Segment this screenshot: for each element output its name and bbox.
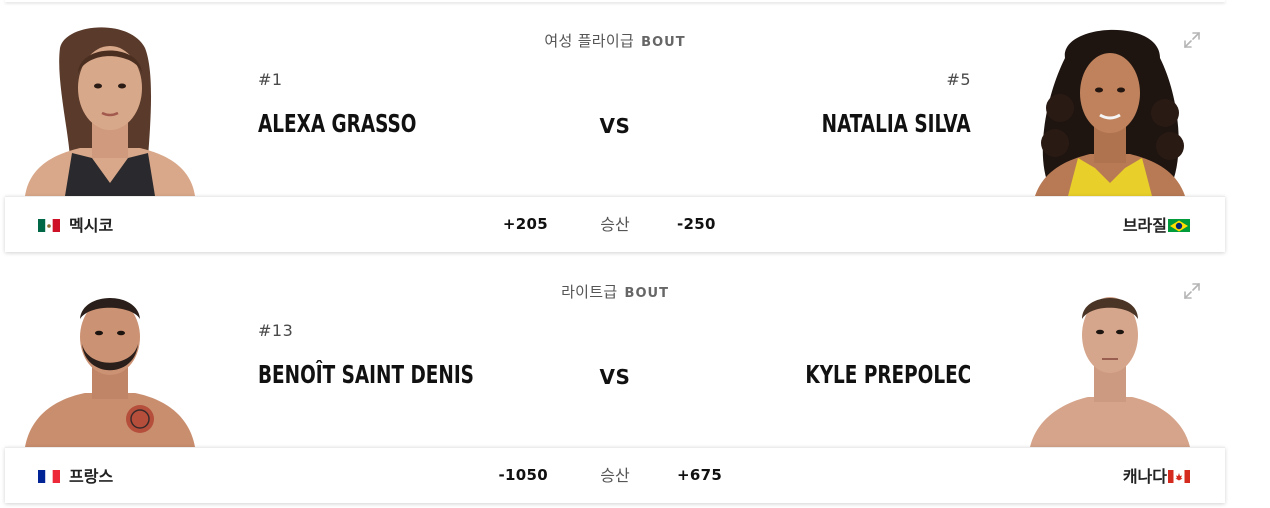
blue-fighter-odds: +675 <box>677 466 723 484</box>
odds-label: 승산 <box>600 466 630 485</box>
vs-label: VS <box>599 365 631 389</box>
bout-card[interactable]: 라이트급 BOUT #13 BENOÎT SAINT DENIS KYLE PR… <box>5 251 1225 503</box>
blue-fighter-photo[interactable] <box>1020 269 1200 447</box>
red-fighter-country: 멕시코 <box>69 216 114 235</box>
red-fighter-rank: #1 <box>258 70 283 89</box>
bout-info-bar: 멕시코 +205 승산 -250 브라질 <box>5 196 1225 252</box>
brazil-flag-icon <box>1168 218 1190 232</box>
blue-fighter-photo[interactable] <box>1020 18 1200 196</box>
blue-fighter-odds: -250 <box>677 215 716 233</box>
red-fighter-name[interactable]: BENOÎT SAINT DENIS <box>258 360 474 389</box>
france-flag-icon <box>38 469 60 483</box>
blue-fighter-name[interactable]: KYLE PREPOLEC <box>805 360 971 389</box>
weight-class-text: 라이트급 <box>561 283 618 301</box>
vs-label: VS <box>599 114 631 138</box>
blue-fighter-country: 브라질 <box>1122 216 1167 235</box>
canada-flag-icon <box>1168 469 1190 483</box>
bout-card[interactable]: 여성 플라이급 BOUT #1 #5 ALEXA GRASSO NATALIA … <box>5 0 1225 252</box>
weight-class-text: 여성 플라이급 <box>544 32 635 50</box>
blue-fighter-name[interactable]: NATALIA SILVA <box>822 109 971 138</box>
red-fighter-photo[interactable] <box>20 269 200 447</box>
blue-fighter-country: 캐나다 <box>1122 467 1167 486</box>
odds-label: 승산 <box>600 215 630 234</box>
red-fighter-country: 프랑스 <box>69 467 114 486</box>
bout-word: BOUT <box>624 286 669 301</box>
red-fighter-odds: +205 <box>502 215 548 233</box>
bout-word: BOUT <box>641 35 686 50</box>
red-fighter-name[interactable]: ALEXA GRASSO <box>258 109 416 138</box>
red-fighter-odds: -1050 <box>498 466 548 484</box>
red-fighter-photo[interactable] <box>20 18 200 196</box>
bout-info-bar: 프랑스 -1050 승산 +675 캐나다 <box>5 447 1225 503</box>
blue-fighter-rank: #5 <box>946 70 971 89</box>
mexico-flag-icon <box>38 218 60 232</box>
red-fighter-rank: #13 <box>258 321 294 340</box>
